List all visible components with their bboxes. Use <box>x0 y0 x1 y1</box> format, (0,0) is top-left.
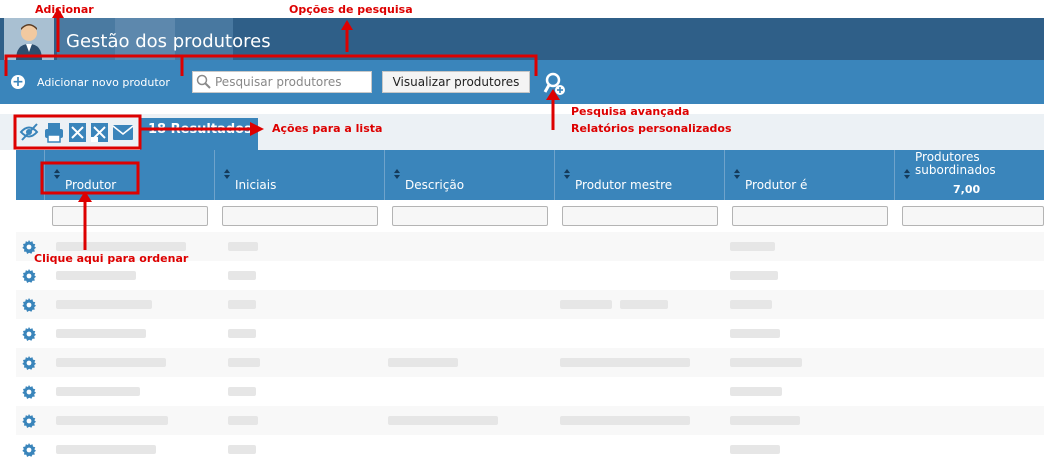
blurred-cell <box>56 445 156 454</box>
annotation-advanced-search: Pesquisa avançada <box>571 105 690 118</box>
blurred-cell <box>730 445 780 454</box>
annotation-overlay <box>4 8 560 250</box>
annotation-list-actions: Ações para a lista <box>272 122 383 135</box>
annotation-add: Adicionar <box>35 3 94 16</box>
annotation-sort-hint: Clique aqui para ordenar <box>34 252 189 265</box>
annotation-search-options: Opções de pesquisa <box>289 3 413 16</box>
gear-icon[interactable] <box>22 442 36 457</box>
annotation-custom-reports: Relatórios personalizados <box>571 122 732 135</box>
table-row[interactable] <box>16 435 1044 464</box>
blurred-cell <box>228 445 256 454</box>
